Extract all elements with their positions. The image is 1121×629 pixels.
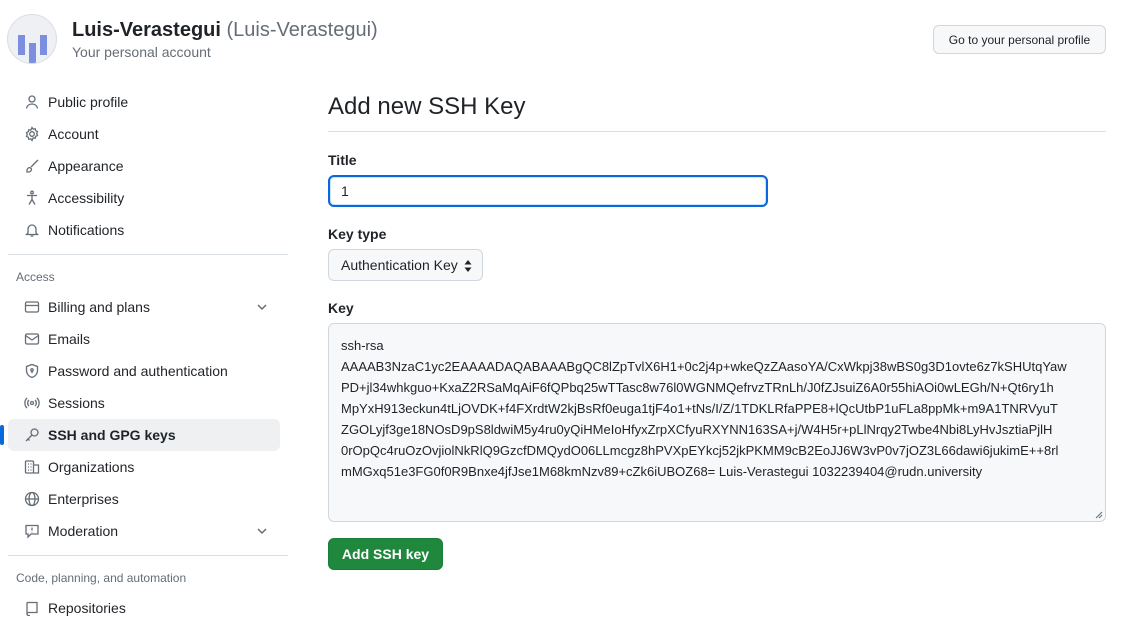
sidebar-item-accessibility[interactable]: Accessibility xyxy=(8,182,280,214)
sidebar-item-notifications[interactable]: Notifications xyxy=(8,214,280,246)
sidebar-item-enterprises[interactable]: Enterprises xyxy=(8,483,280,515)
organization-icon xyxy=(24,459,40,475)
sidebar-item-label: Enterprises xyxy=(48,491,119,507)
sidebar-item-label: Repositories xyxy=(48,600,126,616)
paintbrush-icon xyxy=(24,158,40,174)
add-ssh-key-button[interactable]: Add SSH key xyxy=(328,538,443,570)
sidebar-item-repositories[interactable]: Repositories xyxy=(8,592,280,624)
sidebar-item-sessions[interactable]: Sessions xyxy=(8,387,280,419)
repo-icon xyxy=(24,600,40,616)
sidebar-item-emails[interactable]: Emails xyxy=(8,323,280,355)
globe-icon xyxy=(24,491,40,507)
avatar xyxy=(7,14,57,64)
sidebar-item-label: Appearance xyxy=(48,158,124,174)
settings-header: Luis-Verastegui (Luis-Verastegui) Your p… xyxy=(0,0,1121,70)
sidebar-divider xyxy=(8,254,288,255)
resize-handle-icon[interactable] xyxy=(1094,510,1103,519)
sidebar-item-password[interactable]: Password and authentication xyxy=(8,355,280,387)
key-line: AAAAB3NzaC1yc2EAAAADAQABAAABgQC8lZpTvlX6… xyxy=(341,359,1067,374)
key-line: ssh-rsa xyxy=(341,338,384,353)
key-line: mMGxq51e3FG0f0R9Bnxe4jfJse1M68kmNzv89+cZ… xyxy=(341,464,983,479)
select-arrows-icon xyxy=(464,260,472,272)
sidebar-item-ssh-gpg-keys[interactable]: SSH and GPG keys xyxy=(0,419,280,451)
sidebar-item-label: Accessibility xyxy=(48,190,125,206)
go-to-profile-button[interactable]: Go to your personal profile xyxy=(933,25,1106,54)
key-label: Key xyxy=(328,300,354,316)
mail-icon xyxy=(24,331,40,347)
sidebar-item-billing[interactable]: Billing and plans xyxy=(8,291,280,323)
accessibility-icon xyxy=(24,190,40,206)
broadcast-icon xyxy=(24,395,40,411)
account-subtitle: Your personal account xyxy=(72,44,211,60)
sidebar-group-access: Access xyxy=(16,270,55,284)
sidebar-item-label: Notifications xyxy=(48,222,125,238)
key-line: PD+jl34whkguo+KxaZ2RSaMqAiF6fQPbq25wTTas… xyxy=(341,380,1054,395)
sidebar-item-moderation[interactable]: Moderation xyxy=(8,515,280,547)
sidebar-item-appearance[interactable]: Appearance xyxy=(8,150,280,182)
key-line: ZGOLyjf3ge18NOsD9pS8ldwiM5y4ru0yQiHMeIoH… xyxy=(341,422,1053,437)
credit-card-icon xyxy=(24,299,40,315)
title-label: Title xyxy=(328,152,357,168)
sidebar-item-account[interactable]: Account xyxy=(8,118,280,150)
shield-lock-icon xyxy=(24,363,40,379)
bell-icon xyxy=(24,222,40,238)
settings-sidebar: Public profile Account Appearance Access… xyxy=(0,86,290,624)
chevron-down-icon[interactable] xyxy=(254,299,270,315)
sidebar-divider xyxy=(8,555,288,556)
sidebar-item-organizations[interactable]: Organizations xyxy=(8,451,280,483)
sidebar-item-label: Account xyxy=(48,126,99,142)
account-login: (Luis-Verastegui) xyxy=(226,19,378,41)
key-icon xyxy=(24,427,40,443)
chevron-down-icon[interactable] xyxy=(254,523,270,539)
gear-icon xyxy=(24,126,40,142)
sidebar-item-label: Organizations xyxy=(48,459,135,475)
title-divider xyxy=(328,131,1106,132)
key-type-value: Authentication Key xyxy=(341,257,458,273)
sidebar-item-public-profile[interactable]: Public profile xyxy=(8,86,280,118)
key-line: MpYxH913eckun4tLjOVDK+f4FXrdtW2kjBsRf0eu… xyxy=(341,401,1058,416)
page-title: Add new SSH Key xyxy=(328,93,526,120)
account-name[interactable]: Luis-Verastegui (Luis-Verastegui) xyxy=(72,19,378,42)
report-icon xyxy=(24,523,40,539)
sidebar-item-label: Billing and plans xyxy=(48,299,150,315)
sidebar-group-code: Code, planning, and automation xyxy=(16,571,187,585)
key-textarea[interactable]: ssh-rsa AAAAB3NzaC1yc2EAAAADAQABAAABgQC8… xyxy=(328,323,1106,522)
display-name: Luis-Verastegui xyxy=(72,19,221,41)
title-input[interactable] xyxy=(328,175,768,207)
sidebar-item-label: SSH and GPG keys xyxy=(48,427,176,443)
key-line: 0rOpQc4ruOzOvjiolNkRlQ9GzcfDMQydO06LLmcg… xyxy=(341,443,1059,458)
sidebar-item-label: Emails xyxy=(48,331,91,347)
key-type-label: Key type xyxy=(328,226,387,242)
sidebar-item-label: Password and authentication xyxy=(48,363,228,379)
sidebar-item-label: Public profile xyxy=(48,94,129,110)
sidebar-item-label: Moderation xyxy=(48,523,119,539)
key-type-select[interactable]: Authentication Key xyxy=(328,249,483,281)
sidebar-item-label: Sessions xyxy=(48,395,105,411)
person-icon xyxy=(24,94,40,110)
